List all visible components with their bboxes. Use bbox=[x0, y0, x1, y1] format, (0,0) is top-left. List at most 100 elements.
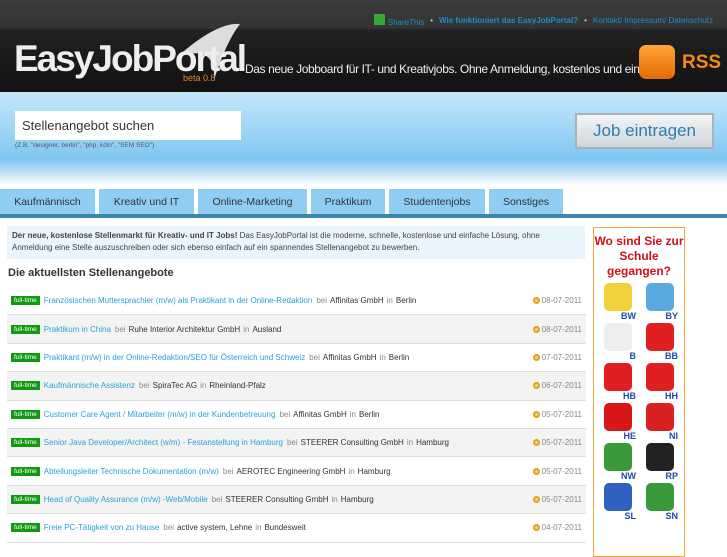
state-hh[interactable]: HH bbox=[639, 363, 681, 401]
sharethis-link[interactable]: ShareThis bbox=[373, 14, 425, 27]
bei-label: bei bbox=[138, 381, 150, 391]
state-abbr: B bbox=[629, 351, 637, 361]
job-title-link[interactable]: Head of Quality Assurance (m/w) -Web/Mob… bbox=[44, 495, 208, 504]
job-row: full-time Customer Care Agent / Mitarbeit… bbox=[7, 401, 586, 429]
bei-label: bei bbox=[222, 466, 234, 476]
in-label: in bbox=[243, 324, 250, 334]
job-title-link[interactable]: Abteilungsleiter Technische Dokumentatio… bbox=[44, 467, 219, 476]
school-ad[interactable]: Wo sind Sie zur Schule gegangen? BW BY B BB… bbox=[593, 227, 685, 557]
job-type-badge: full-time bbox=[11, 466, 40, 476]
state-b[interactable]: B bbox=[597, 323, 639, 361]
category-tabs: Kaufmännisch Kreativ und IT Online-Marke… bbox=[0, 189, 563, 214]
job-date: 08-07-2011 bbox=[532, 296, 582, 305]
bei-label: bei bbox=[279, 409, 291, 419]
job-title-link[interactable]: Französischen Muttersprachler (m/w) als … bbox=[44, 296, 313, 305]
separator: • bbox=[584, 16, 587, 25]
date-text: 08-07-2011 bbox=[541, 324, 582, 334]
job-type-badge: full-time bbox=[11, 324, 40, 334]
clock-icon bbox=[532, 353, 540, 361]
job-title-link[interactable]: Praktikant (m/w) in der Online-Redaktion… bbox=[44, 353, 305, 362]
state-bb[interactable]: BB bbox=[639, 323, 681, 361]
how-it-works-link[interactable]: Wie funktioniert das EasyJobPortal? bbox=[439, 16, 578, 25]
job-date: 05-07-2011 bbox=[532, 438, 582, 448]
date-text: 05-07-2011 bbox=[541, 494, 582, 504]
state-hb[interactable]: HB bbox=[597, 363, 639, 401]
in-label: in bbox=[255, 523, 262, 533]
state-rp[interactable]: RP bbox=[639, 443, 681, 481]
location: Ausland bbox=[252, 324, 282, 334]
search-hint: (Z.B. "designer, berlin", "php, köln", "… bbox=[15, 142, 155, 149]
job-type-badge: full-time bbox=[11, 523, 40, 533]
tab-studentenjobs[interactable]: Studentenjobs bbox=[389, 189, 485, 214]
job-title-link[interactable]: Freie PC-Tätigkeit von zu Hause bbox=[44, 523, 160, 532]
tab-praktikum[interactable]: Praktikum bbox=[311, 189, 385, 214]
job-title-link[interactable]: Kaufmännische Assistenz bbox=[44, 381, 135, 390]
job-title-link[interactable]: Senior Java Developer/Architect (w/m) - … bbox=[44, 438, 283, 447]
state-abbr: RP bbox=[665, 471, 678, 481]
company: Affinitas GmbH bbox=[330, 296, 384, 306]
location: Rheinland-Pfalz bbox=[209, 381, 266, 391]
post-job-button[interactable]: Job eintragen bbox=[575, 113, 714, 149]
coat-of-arms-icon bbox=[646, 483, 674, 511]
clock-icon bbox=[532, 524, 540, 532]
state-sn[interactable]: SN bbox=[639, 483, 681, 521]
coat-of-arms-icon bbox=[604, 323, 632, 351]
search-input[interactable] bbox=[15, 111, 241, 140]
job-title-link[interactable]: Customer Care Agent / Mitarbeiter (m/w) … bbox=[44, 410, 276, 419]
tagline: Das neue Jobboard für IT- und Kreativjob… bbox=[245, 62, 664, 76]
tab-online-marketing[interactable]: Online-Marketing bbox=[198, 189, 307, 214]
state-abbr: BB bbox=[665, 351, 678, 361]
sharethis-label: ShareThis bbox=[387, 18, 425, 27]
tab-kaufmaennisch[interactable]: Kaufmännisch bbox=[0, 189, 95, 214]
job-date: 04-07-2011 bbox=[532, 523, 582, 533]
tab-sonstiges[interactable]: Sonstiges bbox=[489, 189, 563, 214]
coat-of-arms-icon bbox=[646, 443, 674, 471]
clock-icon bbox=[532, 410, 540, 418]
state-by[interactable]: BY bbox=[639, 283, 681, 321]
in-label: in bbox=[386, 296, 393, 306]
state-abbr: HH bbox=[665, 391, 678, 401]
state-abbr: SL bbox=[624, 511, 636, 521]
section-heading: Die aktuellsten Stellenangebote bbox=[8, 267, 174, 279]
in-label: in bbox=[349, 409, 357, 419]
date-text: 05-07-2011 bbox=[541, 438, 582, 448]
tab-kreativ-it[interactable]: Kreativ und IT bbox=[99, 189, 194, 214]
state-nw[interactable]: NW bbox=[597, 443, 639, 481]
date-text: 05-07-2011 bbox=[541, 466, 582, 476]
state-he[interactable]: HE bbox=[597, 403, 639, 441]
date-text: 06-07-2011 bbox=[541, 381, 582, 391]
state-sl[interactable]: SL bbox=[597, 483, 639, 521]
company: AEROTEC Engineering GmbH bbox=[236, 466, 346, 476]
top-links: ShareThis • Wie funktioniert das EasyJob… bbox=[373, 14, 713, 27]
state-ni[interactable]: NI bbox=[639, 403, 681, 441]
date-text: 04-07-2011 bbox=[541, 523, 582, 533]
job-date: 05-07-2011 bbox=[532, 494, 582, 504]
job-title-link[interactable]: Praktikum in China bbox=[44, 325, 111, 334]
job-row: full-time Freie PC-Tätigkeit von zu Hause… bbox=[7, 514, 586, 543]
location: Berlin bbox=[395, 296, 417, 306]
clock-icon bbox=[532, 467, 540, 475]
location: Hamburg bbox=[416, 438, 449, 448]
rss-icon[interactable] bbox=[639, 45, 675, 79]
state-grid: BW BY B BB HB HH HE NI NW RP SL SN bbox=[594, 279, 684, 525]
coat-of-arms-icon bbox=[604, 403, 632, 431]
state-abbr: BW bbox=[621, 311, 636, 321]
tab-bar bbox=[0, 214, 727, 218]
bei-label: bei bbox=[211, 494, 223, 504]
bei-label: bei bbox=[316, 296, 327, 306]
ad-title: Wo sind Sie zur Schule gegangen? bbox=[594, 234, 684, 278]
state-abbr: NW bbox=[621, 471, 636, 481]
state-bw[interactable]: BW bbox=[597, 283, 639, 321]
coat-of-arms-icon bbox=[604, 483, 632, 511]
rss-link[interactable]: RSS bbox=[682, 52, 721, 74]
clock-icon bbox=[532, 325, 540, 333]
coat-of-arms-icon bbox=[604, 363, 632, 391]
header: ShareThis • Wie funktioniert das EasyJob… bbox=[0, 0, 727, 92]
contact-link[interactable]: Kontakt/ Impressum/ Datenschutz bbox=[593, 16, 713, 25]
job-list: full-time Französischen Muttersprachler (… bbox=[7, 287, 586, 543]
job-date: 07-07-2011 bbox=[532, 353, 582, 362]
location: Berlin bbox=[359, 409, 380, 419]
company: Affinitas GmbH bbox=[293, 409, 347, 419]
job-type-badge: full-time bbox=[11, 296, 40, 306]
job-date: 05-07-2011 bbox=[532, 466, 582, 476]
